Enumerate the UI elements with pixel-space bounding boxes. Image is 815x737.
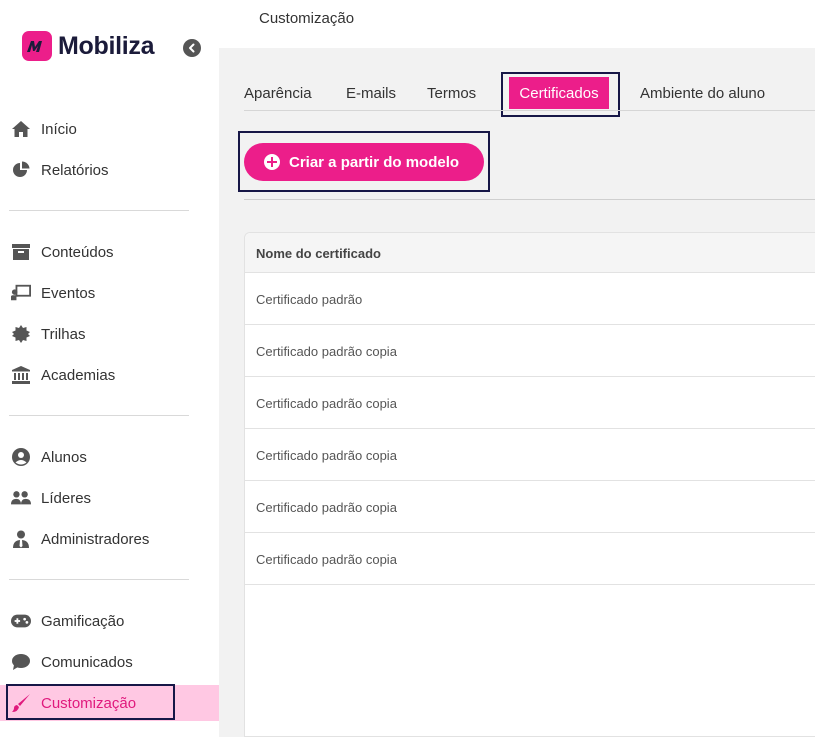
sidebar: Mobiliza Início Relatórios Conteúdos Eve… <box>0 0 219 737</box>
sidebar-item-trilhas[interactable]: Trilhas <box>0 316 219 352</box>
badge-icon <box>11 324 31 344</box>
table-row[interactable]: Certificado padrão <box>245 273 815 325</box>
certificate-name: Certificado padrão copia <box>256 344 397 359</box>
comment-icon <box>11 652 31 672</box>
sidebar-item-label: Comunicados <box>41 653 133 671</box>
certificate-name: Certificado padrão copia <box>256 396 397 411</box>
tab-termos[interactable]: Termos <box>427 85 476 102</box>
page-title: Customização <box>259 10 355 27</box>
archive-box-icon <box>11 242 31 262</box>
sidebar-item-label: Administradores <box>41 530 150 548</box>
sidebar-item-label: Conteúdos <box>41 243 114 261</box>
table-row[interactable]: Certificado padrão copia <box>245 377 815 429</box>
home-icon <box>11 119 31 139</box>
toolbar-divider <box>244 199 815 200</box>
sidebar-item-label: Início <box>41 120 77 138</box>
sidebar-item-label: Gamificação <box>41 612 125 630</box>
sidebar-item-gamificacao[interactable]: Gamificação <box>0 603 219 639</box>
create-button-highlight <box>238 131 490 192</box>
sidebar-item-lideres[interactable]: Líderes <box>0 480 219 516</box>
chevron-left-icon <box>189 43 195 53</box>
certificate-name: Certificado padrão copia <box>256 552 397 567</box>
certificate-name: Certificado padrão <box>256 292 363 307</box>
sidebar-item-label: Líderes <box>41 489 92 507</box>
pie-chart-icon <box>11 160 31 180</box>
sidebar-item-relatorios[interactable]: Relatórios <box>0 152 219 188</box>
tab-emails[interactable]: E-mails <box>346 85 396 102</box>
sidebar-item-label: Relatórios <box>41 161 109 179</box>
certificates-table: Nome do certificado Certificado padrão C… <box>244 232 815 737</box>
logo[interactable]: Mobiliza <box>22 31 155 61</box>
collapse-sidebar-button[interactable] <box>183 39 201 57</box>
column-header-nome[interactable]: Nome do certificado <box>256 246 381 261</box>
sidebar-item-eventos[interactable]: Eventos <box>0 275 219 311</box>
user-circle-icon <box>11 447 31 467</box>
sidebar-item-comunicados[interactable]: Comunicados <box>0 644 219 680</box>
brand-name: Mobiliza <box>58 31 155 60</box>
certificate-name: Certificado padrão copia <box>256 448 397 463</box>
institution-icon <box>11 365 31 385</box>
sidebar-divider <box>9 415 189 416</box>
tab-ambiente-do-aluno[interactable]: Ambiente do aluno <box>640 85 765 102</box>
active-item-highlight <box>6 684 175 720</box>
table-row[interactable]: Certificado padrão copia <box>245 325 815 377</box>
table-row[interactable]: Certificado padrão copia <box>245 533 815 585</box>
table-row[interactable]: Certificado padrão copia <box>245 429 815 481</box>
table-row[interactable]: Certificado padrão copia <box>245 481 815 533</box>
sidebar-item-label: Eventos <box>41 284 96 302</box>
certificate-name: Certificado padrão copia <box>256 500 397 515</box>
sidebar-item-alunos[interactable]: Alunos <box>0 439 219 475</box>
presentation-icon <box>11 283 31 303</box>
user-tie-icon <box>11 529 31 549</box>
sidebar-item-conteudos[interactable]: Conteúdos <box>0 234 219 270</box>
sidebar-divider <box>9 210 189 211</box>
users-icon <box>11 488 31 508</box>
sidebar-item-inicio[interactable]: Início <box>0 111 219 147</box>
table-header: Nome do certificado <box>245 233 815 273</box>
sidebar-item-label: Trilhas <box>41 325 86 343</box>
gamepad-icon <box>11 611 31 631</box>
sidebar-item-academias[interactable]: Academias <box>0 357 219 393</box>
tabs-divider <box>244 110 815 111</box>
logo-mark-icon <box>22 31 52 61</box>
sidebar-divider <box>9 579 189 580</box>
tab-aparencia[interactable]: Aparência <box>244 85 312 102</box>
sidebar-item-label: Alunos <box>41 448 87 466</box>
sidebar-item-administradores[interactable]: Administradores <box>0 521 219 557</box>
sidebar-item-label: Academias <box>41 366 116 384</box>
